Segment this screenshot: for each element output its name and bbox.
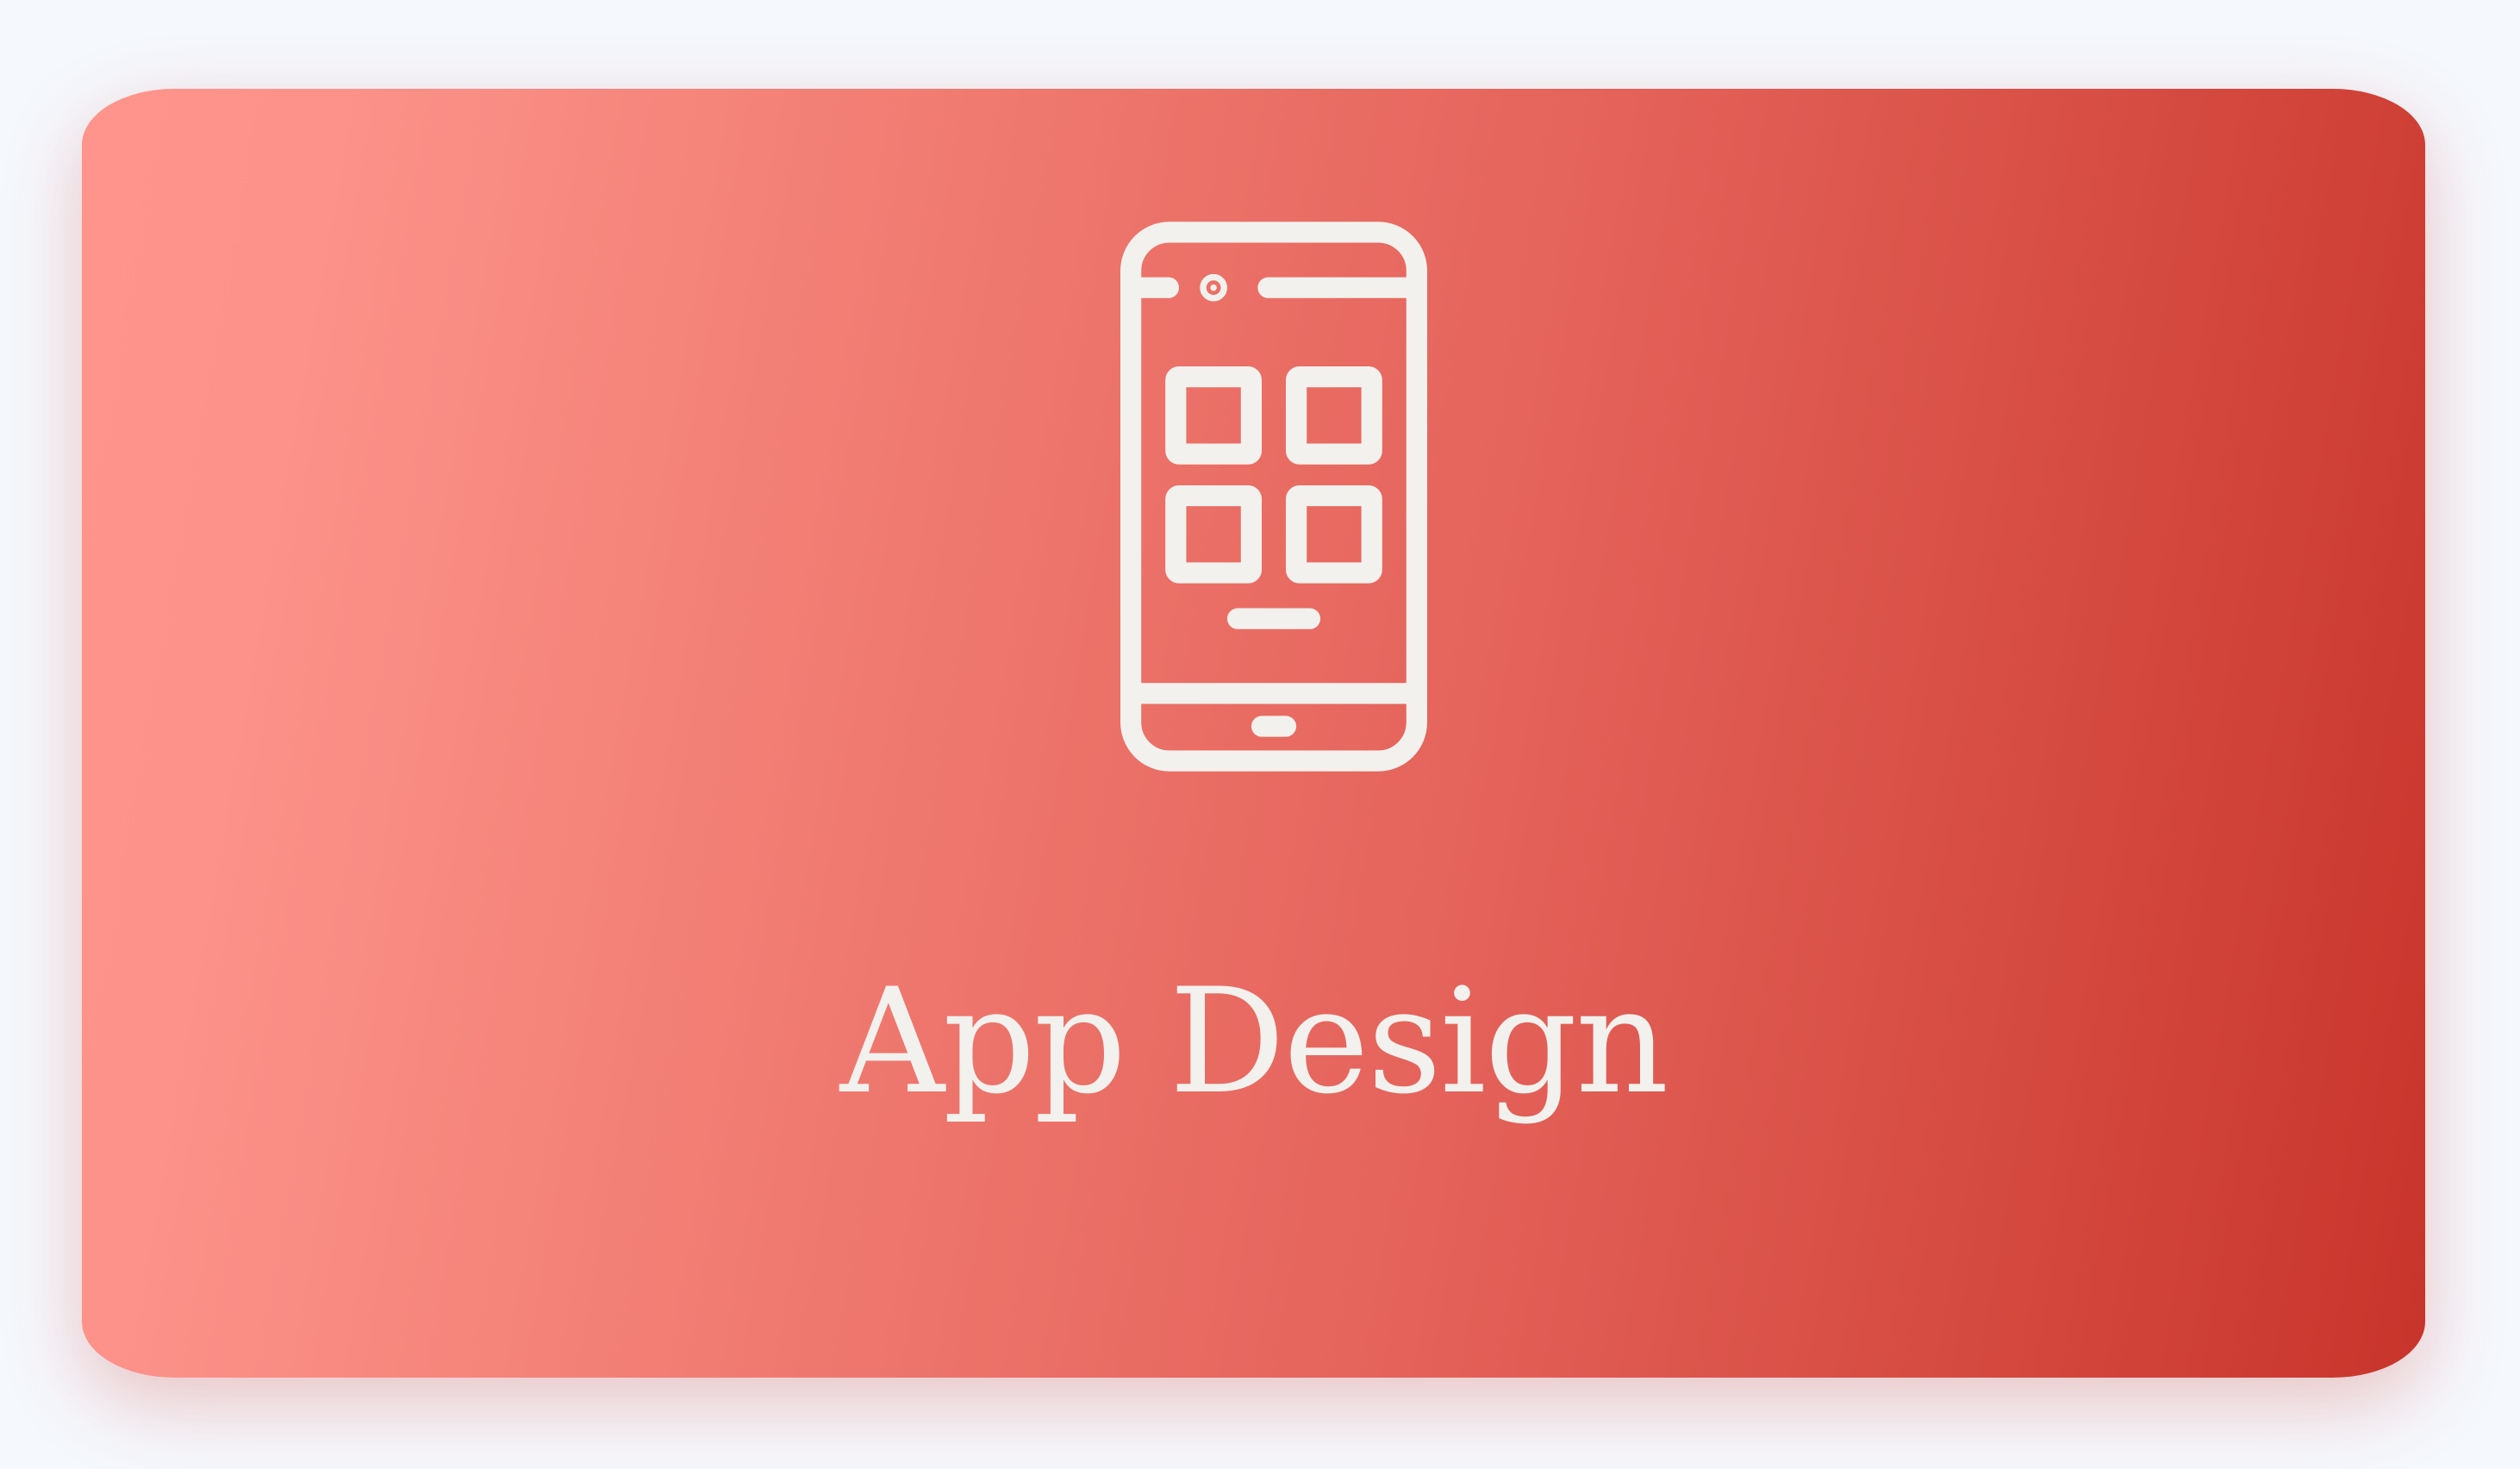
- mobile-app-icon: [1120, 222, 1427, 772]
- card-title: App Design: [839, 957, 1669, 1126]
- app-design-card[interactable]: App Design: [82, 89, 2425, 1378]
